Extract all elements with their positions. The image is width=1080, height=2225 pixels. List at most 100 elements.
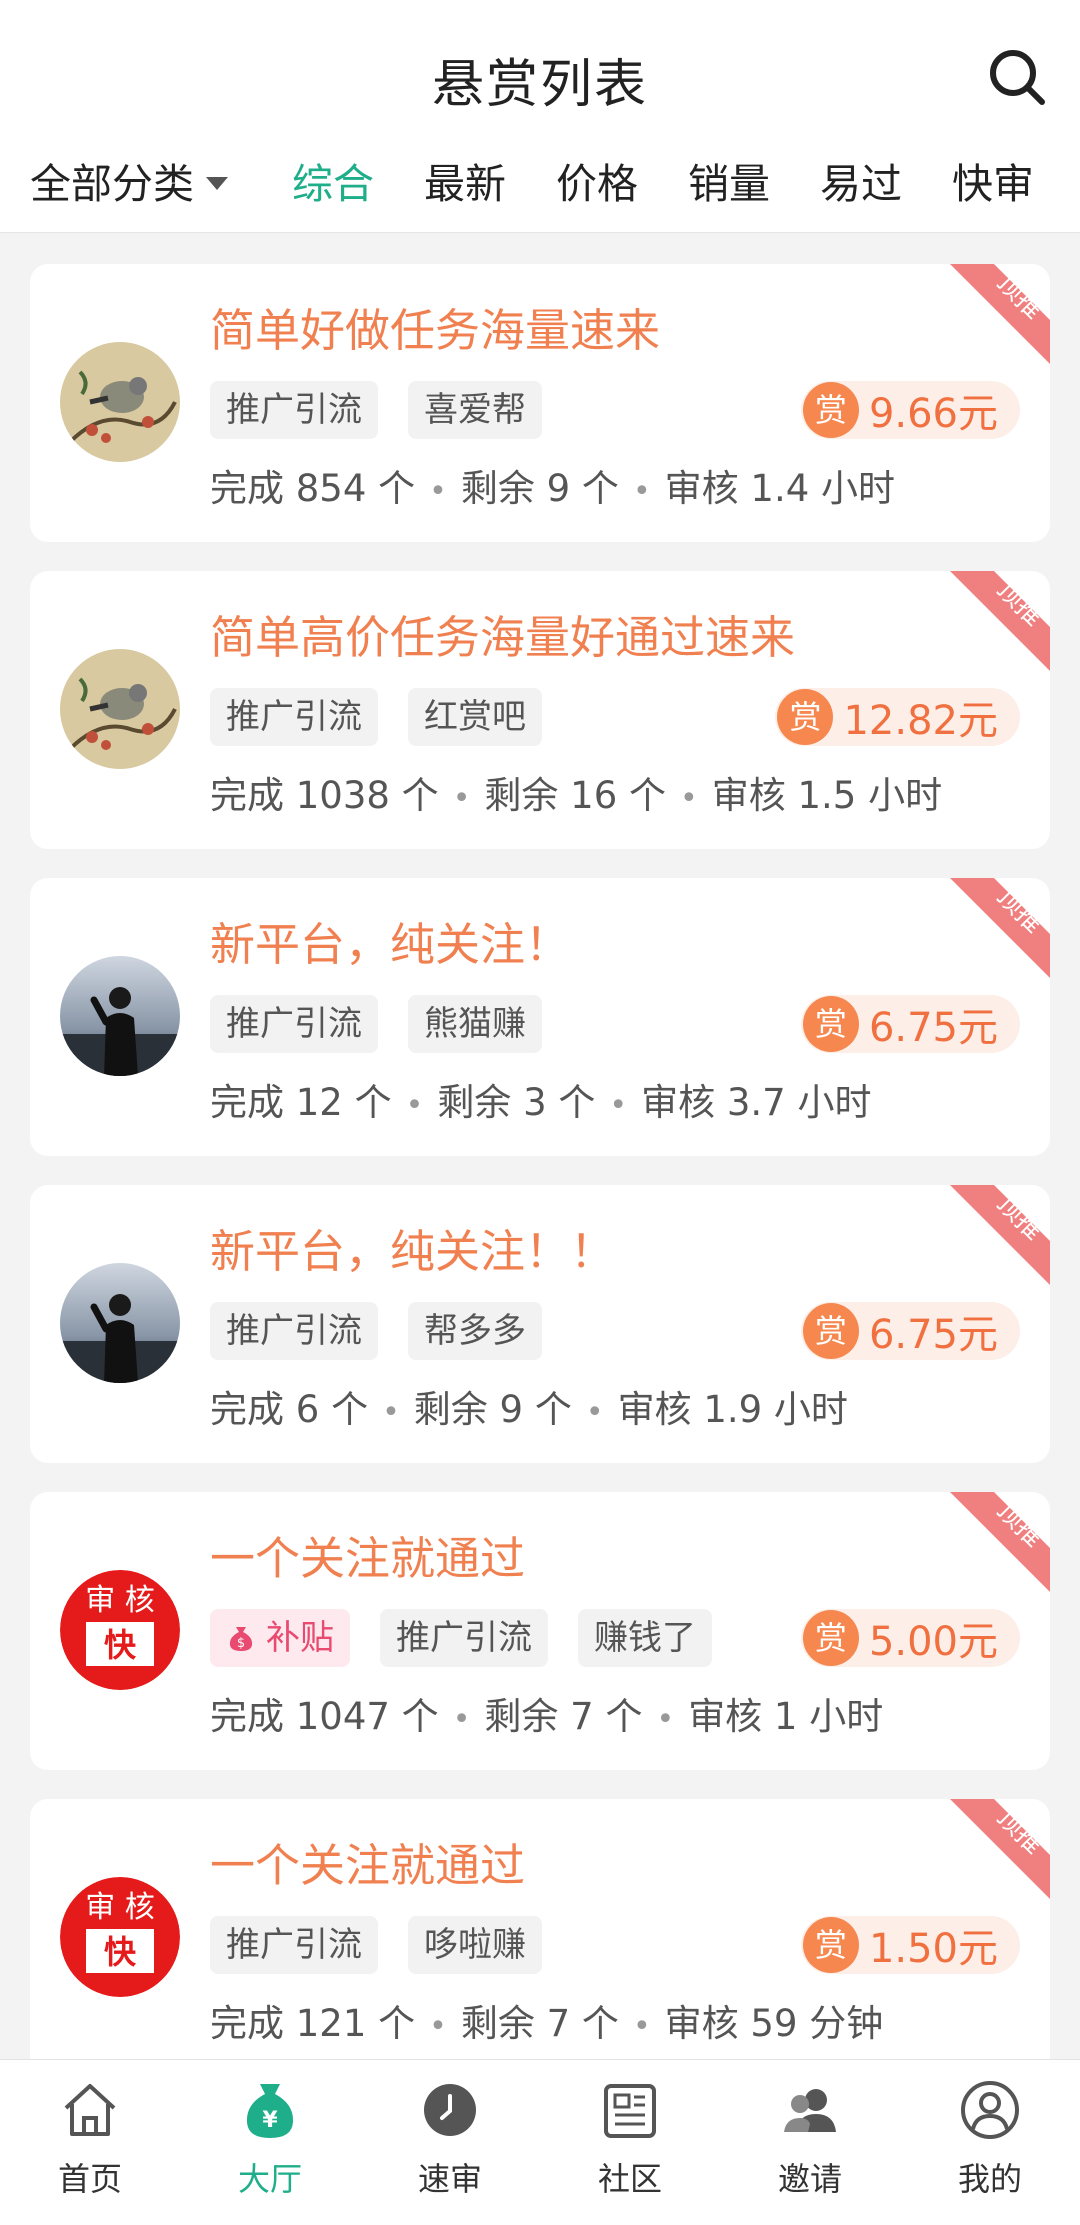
page-title: 悬赏列表 <box>431 55 648 115</box>
money-bag-icon: $ <box>229 1627 253 1651</box>
task-title: 一个关注就通过 <box>210 1532 526 1585</box>
nav-community[interactable]: 社区 <box>540 2060 720 2225</box>
tag-platform: 哆啦赚 <box>408 1916 542 1974</box>
header: 悬赏列表 全部分类 综合 最新 价格 销量 易过 快审 <box>0 0 1080 233</box>
task-title: 简单好做任务海量速来 <box>210 304 661 357</box>
clock-icon <box>424 2084 476 2136</box>
tag-platform: 熊猫赚 <box>408 995 542 1053</box>
stat-review-time: 审核 1.5 小时 <box>711 774 943 817</box>
sort-tabs: 综合 最新 价格 销量 易过 快审 <box>292 150 1034 210</box>
nav-hall[interactable]: ¥ 大厅 <box>180 2060 360 2225</box>
avatar <box>60 649 180 769</box>
avatar <box>60 342 180 462</box>
reward-amount: 1.50元 <box>868 1926 998 1972</box>
tab-price[interactable]: 价格 <box>556 150 638 210</box>
stat-remaining: 剩余 7 个 <box>484 1695 643 1738</box>
stat-remaining: 剩余 7 个 <box>460 2002 619 2045</box>
task-card[interactable]: 审 核 快 一个关注就通过 推广引流 哆啦赚 赏 1.50元 完成 121 个 •… <box>30 1799 1050 2077</box>
stat-remaining: 剩余 3 个 <box>437 1081 596 1124</box>
avatar <box>60 1263 180 1383</box>
task-title: 新平台，纯关注！！ <box>210 1225 616 1278</box>
task-stats: 完成 6 个 • 剩余 9 个 • 审核 1.9 小时 <box>210 1388 848 1431</box>
stat-review-time: 审核 3.7 小时 <box>641 1081 872 1124</box>
tag-platform: 帮多多 <box>408 1302 542 1360</box>
subsidy-label: 补贴 <box>266 1618 334 1658</box>
nav-label: 首页 <box>57 2160 122 2198</box>
svg-text:¥: ¥ <box>262 2108 278 2133</box>
reward-pill: 赏 6.75元 <box>800 995 1020 1053</box>
tab-sales[interactable]: 销量 <box>688 150 770 210</box>
svg-text:$: $ <box>237 1636 245 1651</box>
task-card[interactable]: 简单高价任务海量好通过速来 推广引流 红赏吧 赏 12.82元 完成 1038 … <box>30 571 1050 849</box>
task-stats: 完成 1038 个 • 剩余 16 个 • 审核 1.5 小时 <box>210 774 943 817</box>
reward-amount: 5.00元 <box>868 1619 998 1665</box>
tab-newest[interactable]: 最新 <box>424 150 506 210</box>
tag-category: 推广引流 <box>210 1916 378 1974</box>
avatar: 审 核 快 <box>60 1570 180 1690</box>
nav-label: 速审 <box>417 2160 482 2198</box>
category-filter-label: 全部分类 <box>30 160 194 208</box>
task-card[interactable]: 新平台，纯关注！ 推广引流 熊猫赚 赏 6.75元 完成 12 个 • 剩余 3 个… <box>30 878 1050 1156</box>
task-title: 新平台，纯关注！ <box>210 918 571 971</box>
stat-remaining: 剩余 9 个 <box>413 1388 572 1431</box>
promoted-ribbon: 顶推 <box>950 571 1050 671</box>
promoted-ribbon: 顶推 <box>950 264 1050 364</box>
task-card[interactable]: 简单好做任务海量速来 推广引流 喜爱帮 赏 9.66元 完成 854 个 • 剩余 … <box>30 264 1050 542</box>
stat-completed: 完成 121 个 <box>210 2002 416 2045</box>
tab-easy-pass[interactable]: 易过 <box>820 150 902 210</box>
home-icon <box>64 2084 116 2136</box>
stat-completed: 完成 12 个 <box>210 1081 392 1124</box>
category-filter-dropdown[interactable]: 全部分类 <box>30 150 228 210</box>
stat-review-time: 审核 1 小时 <box>688 1695 884 1738</box>
promoted-ribbon: 顶推 <box>950 1799 1050 1899</box>
money-bag-icon: ¥ <box>246 2084 294 2138</box>
reward-amount: 12.82元 <box>843 698 998 744</box>
nav-label: 大厅 <box>237 2160 302 2198</box>
reward-badge: 赏 <box>802 996 859 1052</box>
tab-comprehensive[interactable]: 综合 <box>292 150 374 210</box>
avatar: 审 核 快 <box>60 1877 180 1997</box>
nav-home[interactable]: 首页 <box>0 2060 180 2225</box>
reward-amount: 6.75元 <box>868 1005 998 1051</box>
reward-badge: 赏 <box>777 689 834 745</box>
task-stats: 完成 854 个 • 剩余 9 个 • 审核 1.4 小时 <box>210 467 896 510</box>
tag-list: $ 补贴 推广引流 赚钱了 <box>210 1609 742 1667</box>
tag-category: 推广引流 <box>210 995 378 1053</box>
nav-label: 邀请 <box>777 2160 842 2198</box>
tag-category: 推广引流 <box>210 381 378 439</box>
tag-platform: 赚钱了 <box>578 1609 712 1667</box>
task-stats: 完成 121 个 • 剩余 7 个 • 审核 59 分钟 <box>210 2002 884 2045</box>
nav-fast-review[interactable]: 速审 <box>360 2060 540 2225</box>
task-title: 一个关注就通过 <box>210 1839 526 1892</box>
promoted-ribbon: 顶推 <box>950 1492 1050 1592</box>
reward-pill: 赏 1.50元 <box>800 1916 1020 1974</box>
task-stats: 完成 12 个 • 剩余 3 个 • 审核 3.7 小时 <box>210 1081 872 1124</box>
tab-fast-review[interactable]: 快审 <box>952 150 1034 210</box>
nav-label: 社区 <box>597 2160 662 2198</box>
tag-platform: 喜爱帮 <box>408 381 542 439</box>
nav-profile[interactable]: 我的 <box>900 2060 1080 2225</box>
stat-review-time: 审核 1.9 小时 <box>617 1388 848 1431</box>
avatar <box>60 956 180 1076</box>
task-card[interactable]: 审 核 快 一个关注就通过 $ 补贴 推广引流 赚钱了 赏 5.00元 完成 1… <box>30 1492 1050 1770</box>
avatar-text-top: 审 核 <box>85 1890 155 1925</box>
task-card[interactable]: 新平台，纯关注！！ 推广引流 帮多多 赏 6.75元 完成 6 个 • 剩余 9 个… <box>30 1185 1050 1463</box>
reward-badge: 赏 <box>802 1917 859 1973</box>
promoted-ribbon: 顶推 <box>950 1185 1050 1285</box>
stat-completed: 完成 6 个 <box>210 1388 369 1431</box>
tag-category: 推广引流 <box>210 688 378 746</box>
tag-list: 推广引流 红赏吧 <box>210 688 572 746</box>
reward-pill: 赏 9.66元 <box>800 381 1020 439</box>
tag-list: 推广引流 熊猫赚 <box>210 995 572 1053</box>
task-title: 简单高价任务海量好通过速来 <box>210 611 796 664</box>
tag-platform: 红赏吧 <box>408 688 542 746</box>
stat-remaining: 剩余 16 个 <box>484 774 666 817</box>
stat-review-time: 审核 59 分钟 <box>664 2002 884 2045</box>
nav-label: 我的 <box>957 2160 1022 2198</box>
nav-invite[interactable]: 邀请 <box>720 2060 900 2225</box>
task-stats: 完成 1047 个 • 剩余 7 个 • 审核 1 小时 <box>210 1695 884 1738</box>
search-icon[interactable] <box>984 44 1050 110</box>
stat-completed: 完成 1047 个 <box>210 1695 439 1738</box>
avatar-text-bottom: 快 <box>104 1933 137 1971</box>
tag-category: 推广引流 <box>380 1609 548 1667</box>
